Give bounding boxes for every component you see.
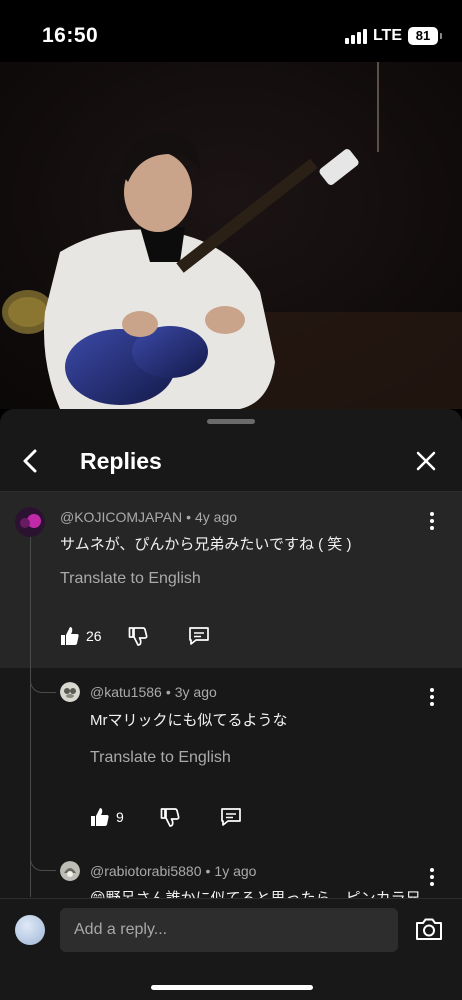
camera-icon (414, 914, 444, 944)
thumbs-up-icon (90, 807, 110, 827)
like-count: 9 (116, 809, 124, 825)
back-button[interactable] (14, 445, 46, 477)
more-vert-icon (430, 688, 434, 706)
dislike-button[interactable] (160, 807, 180, 827)
reply-icon (220, 807, 242, 827)
thumbs-down-icon (128, 626, 148, 646)
reply-age: 3y ago (174, 684, 217, 700)
drag-handle[interactable] (207, 419, 255, 424)
thumbs-down-icon (160, 807, 180, 827)
more-options-button[interactable] (422, 683, 442, 711)
reply-meta: @katu1586 • 3y ago (90, 684, 217, 700)
close-icon (415, 450, 437, 472)
reply-button[interactable] (220, 807, 242, 827)
comment-actions: 26 (60, 626, 210, 646)
status-bar: 16:50 LTE 81 (0, 0, 462, 62)
home-indicator[interactable] (151, 985, 313, 990)
user-avatar (15, 915, 45, 945)
reply-meta: @rabiotorabi5880 • 1y ago (90, 863, 257, 879)
reply-icon (188, 626, 210, 646)
reply-connector (30, 677, 56, 693)
dislike-button[interactable] (128, 626, 148, 646)
video-frame (0, 62, 462, 409)
like-button[interactable]: 26 (60, 626, 102, 646)
more-vert-icon (430, 512, 434, 530)
reply-age: 1y ago (214, 863, 257, 879)
thumbs-up-icon (60, 626, 80, 646)
status-indicators: LTE 81 (344, 27, 442, 45)
avatar[interactable] (60, 861, 80, 881)
reply-button[interactable] (188, 626, 210, 646)
reply-author[interactable]: @rabiotorabi5880 (90, 863, 202, 879)
thread-line (30, 537, 31, 897)
reply-input[interactable] (60, 908, 398, 952)
like-button[interactable]: 9 (90, 807, 124, 827)
reply-connector (30, 855, 56, 871)
comment-text: サムネが、ぴんから兄弟みたいですね ( 笑 ) (60, 536, 352, 553)
camera-button[interactable] (414, 914, 444, 944)
translate-link[interactable]: Translate to English (90, 749, 231, 767)
comment-age: 4y ago (194, 509, 238, 525)
like-count: 26 (86, 628, 102, 644)
translate-link[interactable]: Translate to English (60, 570, 201, 588)
reply-text: Mrマリックにも似てるような (90, 712, 288, 729)
reply-author[interactable]: @katu1586 (90, 684, 162, 700)
close-button[interactable] (410, 445, 442, 477)
reply-composer (0, 898, 462, 1000)
comment-meta: @KOJICOMJAPAN • 4y ago (60, 509, 238, 525)
battery-icon: 81 (408, 27, 442, 45)
reply-actions: 9 (90, 807, 242, 827)
status-time: 16:50 (42, 24, 99, 47)
sheet-title: Replies (80, 448, 162, 474)
comment-author[interactable]: @KOJICOMJAPAN (60, 509, 182, 525)
video-player[interactable] (0, 62, 462, 409)
network-type: LTE (372, 27, 402, 44)
sheet-header: Replies (0, 433, 462, 491)
avatar[interactable] (60, 682, 80, 702)
more-options-button[interactable] (422, 507, 442, 535)
back-arrow-icon (21, 448, 39, 474)
signal-icon (344, 28, 367, 44)
more-vert-icon (430, 868, 434, 886)
avatar[interactable] (15, 507, 45, 537)
